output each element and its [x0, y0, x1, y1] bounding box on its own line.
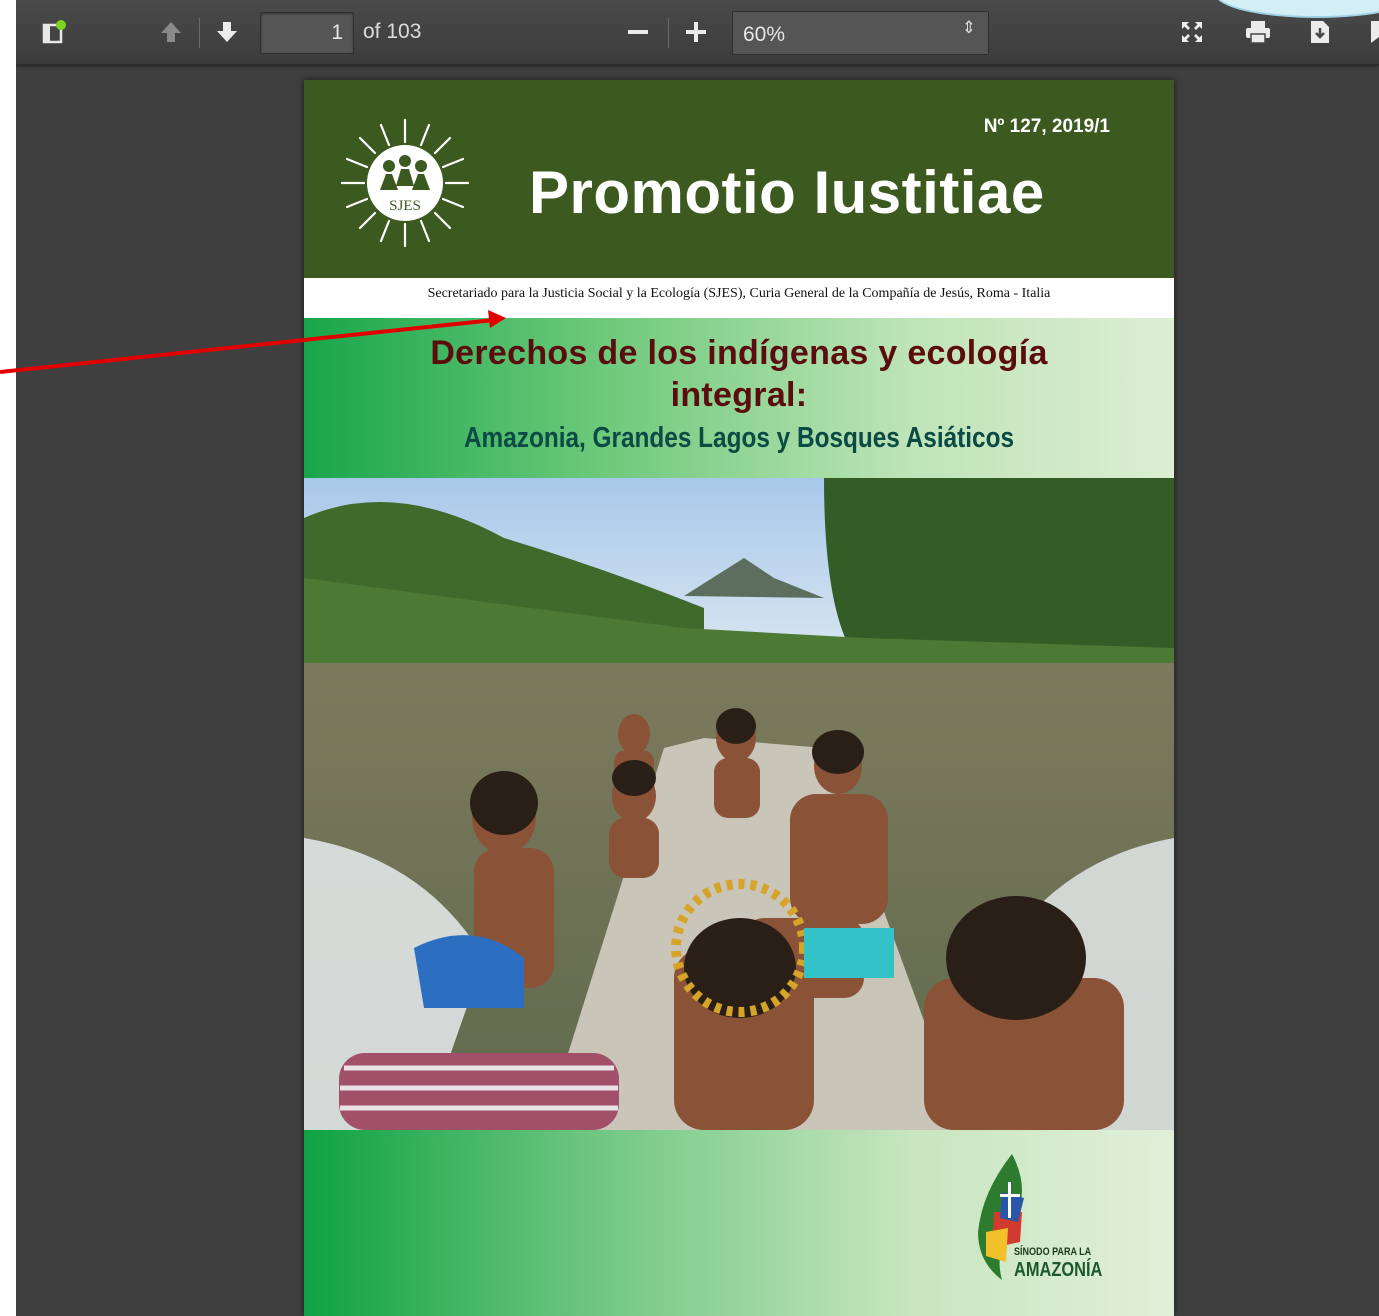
- headline-banner: Derechos de los indígenas y ecología int…: [304, 318, 1174, 478]
- plus-icon: [684, 20, 708, 44]
- toolbar-divider: [199, 18, 200, 48]
- bookmark-button[interactable]: [1361, 14, 1379, 50]
- arrow-down-icon: [215, 20, 239, 44]
- headline-line-1: Derechos de los indígenas y ecología: [430, 334, 1048, 372]
- download-button[interactable]: [1302, 14, 1338, 50]
- printer-icon: [1244, 19, 1272, 45]
- next-page-button[interactable]: [209, 14, 245, 50]
- download-icon: [1308, 19, 1332, 45]
- zoom-value: 60%: [743, 23, 786, 46]
- zoom-select[interactable]: 60% ⇕: [732, 11, 989, 55]
- minus-icon: [626, 20, 650, 44]
- synod-line-1: SÍNODO PARA LA: [1014, 1246, 1092, 1258]
- sidebar-toggle-button[interactable]: [36, 14, 72, 50]
- zoom-out-button[interactable]: [620, 14, 656, 50]
- journal-title: Promotio Iustitiae: [529, 159, 1045, 226]
- previous-page-button[interactable]: [153, 14, 189, 50]
- pdf-viewer: 1 of 103 60% ⇕ SJES Nº 127, 2019/1 Promo…: [16, 0, 1379, 1316]
- zoom-in-button[interactable]: [678, 14, 714, 50]
- cover-footer: SÍNODO PARA LA AMAZONÍA: [304, 1130, 1174, 1316]
- synod-caption: SÍNODO PARA LA AMAZONÍA: [1014, 1246, 1102, 1281]
- left-margin: [0, 0, 16, 1316]
- toolbar-divider: [668, 18, 669, 48]
- viewer-toolbar: 1 of 103 60% ⇕: [16, 0, 1379, 65]
- presentation-mode-button[interactable]: [1174, 14, 1210, 50]
- logo-text: SJES: [389, 198, 421, 214]
- sjes-logo: SJES: [340, 118, 470, 248]
- publisher-line: Secretariado para la Justicia Social y l…: [304, 278, 1174, 318]
- headline-line-2: integral:: [670, 376, 808, 414]
- cover-header: SJES Nº 127, 2019/1 Promotio Iustitiae: [304, 80, 1174, 278]
- cover-photo: [304, 478, 1174, 1130]
- fullscreen-icon: [1179, 19, 1205, 45]
- issue-number: Nº 127, 2019/1: [983, 116, 1110, 137]
- bookmark-icon: [1367, 19, 1379, 45]
- page-count-label: of 103: [363, 20, 422, 43]
- subheadline: Amazonia, Grandes Lagos y Bosques Asiáti…: [463, 422, 1015, 454]
- print-button[interactable]: [1240, 14, 1276, 50]
- pdf-page: SJES Nº 127, 2019/1 Promotio Iustitiae S…: [304, 80, 1174, 1316]
- sidebar-toggle-icon: [41, 19, 67, 45]
- synod-line-2: AMAZONÍA: [1014, 1259, 1103, 1281]
- select-arrows-icon: ⇕: [961, 18, 976, 37]
- page-number-input[interactable]: 1: [260, 12, 354, 54]
- arrow-up-icon: [159, 20, 183, 44]
- headline: Derechos de los indígenas y ecología int…: [304, 332, 1174, 416]
